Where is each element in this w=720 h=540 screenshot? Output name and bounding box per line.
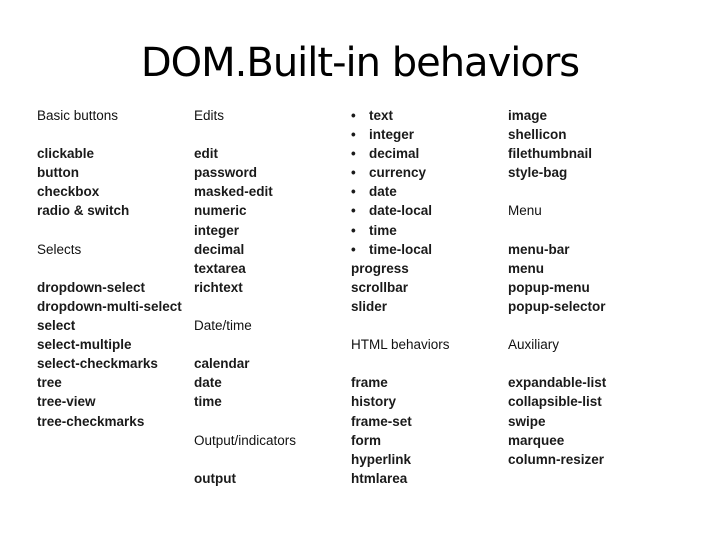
list-item: filethumbnail: [508, 146, 592, 162]
list-item: progress: [351, 260, 409, 276]
list-item: popup-menu: [508, 279, 590, 295]
bullet-icon: •: [351, 203, 356, 219]
list-item: tree-checkmarks: [37, 413, 145, 429]
bullet-icon: •: [351, 241, 356, 257]
bullet-list-item: • date-local: [351, 201, 450, 220]
list-item: swipe: [508, 413, 546, 429]
list-item: time: [194, 394, 222, 410]
list-item: marquee: [508, 432, 565, 448]
list-item: radio & switch: [37, 203, 130, 219]
list-item: menu: [508, 260, 545, 276]
list-item: decimal: [194, 241, 245, 257]
list-item: textarea: [194, 260, 246, 276]
list-item-label: text: [369, 108, 394, 123]
list-item-label: integer: [369, 127, 415, 143]
list-item: scrollbar: [351, 279, 409, 295]
list-item: date: [194, 375, 222, 391]
list-item: style-bag: [508, 165, 568, 181]
list-item-label: date-local: [369, 203, 433, 219]
list-item: frame-set: [351, 413, 412, 429]
section-heading: Basic buttons: [37, 108, 119, 123]
list-item: checkbox: [37, 184, 100, 200]
list-item: collapsible-list: [508, 394, 602, 410]
list-item: menu-bar: [508, 241, 570, 257]
list-item: form: [351, 432, 381, 448]
bullet-list-item: • decimal: [351, 144, 450, 163]
list-item: column-resizer: [508, 451, 605, 467]
bullet-icon: •: [351, 127, 356, 143]
list-item: password: [194, 165, 258, 181]
list-item: select-checkmarks: [37, 356, 158, 372]
bullet-list-item: • time: [351, 221, 450, 240]
list-item: richtext: [194, 279, 243, 295]
list-item-label: decimal: [369, 146, 420, 162]
bullet-list-item: • text: [351, 106, 450, 125]
list-item: edit: [194, 146, 219, 162]
bullet-list-item: • time-local: [351, 240, 450, 259]
list-item: expandable-list: [508, 375, 607, 391]
list-item: hyperlink: [351, 451, 412, 467]
list-item: clickable: [37, 146, 95, 162]
list-item: output: [194, 470, 236, 486]
list-item: masked-edit: [194, 184, 273, 200]
list-item: calendar: [194, 356, 250, 372]
bullet-list-item: • date: [351, 182, 450, 201]
list-item: integer: [194, 222, 240, 238]
list-item-label: time-local: [369, 241, 433, 257]
column-edit-types-html: • text • integer • decimal • currency • date • date…: [351, 106, 450, 488]
list-item-label: time: [369, 222, 397, 238]
bullet-icon: •: [351, 222, 356, 238]
list-item: htmlarea: [351, 470, 408, 486]
list-item: numeric: [194, 203, 247, 219]
section-heading: Edits: [194, 108, 225, 123]
list-item: tree: [37, 375, 62, 391]
section-heading: Menu: [508, 203, 542, 219]
bullet-list-item: • currency: [351, 163, 450, 182]
column-basic-buttons-selects: Basic buttons clickable button checkbox radi…: [37, 106, 182, 431]
list-item: image: [508, 108, 548, 123]
section-heading: Output/indicators: [194, 432, 297, 448]
section-heading: HTML behaviors: [351, 337, 450, 353]
slide-title: DOM.Built-in behaviors: [140, 40, 580, 86]
section-heading: Date/time: [194, 318, 252, 334]
list-item: tree-view: [37, 394, 96, 410]
bullet-icon: •: [351, 165, 356, 181]
bullet-icon: •: [351, 108, 356, 123]
list-item: frame: [351, 375, 388, 391]
bullet-list-item: • integer: [351, 125, 450, 144]
bullet-icon: •: [351, 146, 356, 162]
list-item: button: [37, 165, 79, 181]
list-item: select-multiple: [37, 337, 132, 353]
list-item-label: date: [369, 184, 397, 200]
list-item: history: [351, 394, 397, 410]
list-item: dropdown-select: [37, 279, 146, 295]
list-item: slider: [351, 298, 388, 314]
column-edits-datetime-output: Edits edit password masked-edit numeric integ…: [194, 106, 296, 488]
list-item: dropdown-multi-select: [37, 298, 182, 314]
section-heading: Selects: [37, 241, 82, 257]
bullet-icon: •: [351, 184, 356, 200]
list-item: select: [37, 318, 76, 334]
list-item: shellicon: [508, 127, 567, 143]
list-item-label: currency: [369, 165, 427, 181]
section-heading: Auxiliary: [508, 337, 560, 353]
column-image-menu-auxiliary: image shellicon filethumbnail style-bag Menu…: [508, 106, 606, 469]
list-item: popup-selector: [508, 298, 606, 314]
